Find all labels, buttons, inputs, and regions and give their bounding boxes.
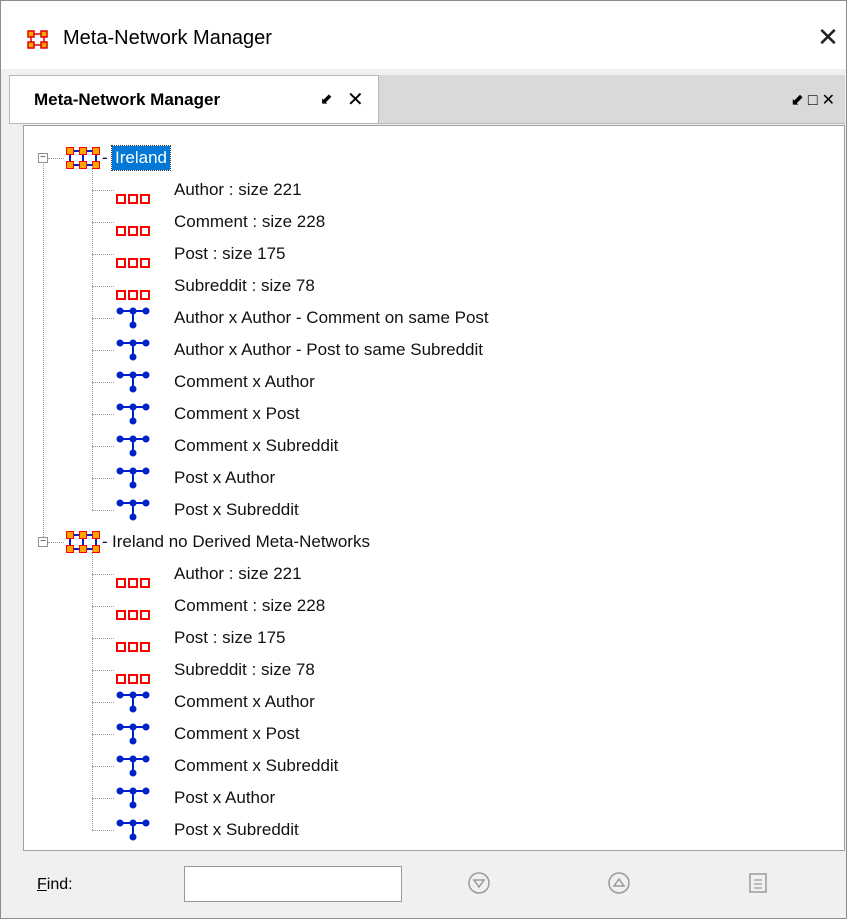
tree-root-label: Ireland no Derived Meta-Networks (112, 532, 370, 551)
tree-item-nodeset[interactable]: Author : size 221 (24, 558, 824, 590)
tab-label: Meta-Network Manager (34, 90, 221, 109)
window-title: Meta-Network Manager (63, 27, 272, 49)
tree-item-label: Comment x Author (174, 692, 315, 711)
tree-item-network[interactable]: Comment x Author (24, 686, 824, 718)
tree-root-label: Ireland (111, 145, 171, 171)
tree-item-label: Comment : size 228 (174, 596, 326, 615)
tree-connector (43, 164, 44, 537)
find-list-icon[interactable] (745, 870, 771, 896)
network-icon (116, 819, 150, 850)
tree-item-nodeset[interactable]: Comment : size 228 (24, 206, 824, 238)
find-bar: Find: (1, 852, 846, 918)
tree-item-label: Post x Author (174, 788, 276, 807)
tree-item-label: Author x Author - Post to same Subreddit (174, 340, 483, 359)
panel-close-button[interactable]: ✕ (822, 92, 839, 109)
meta-network-manager-window: Meta-Network Manager ✕ Meta-Network Mana… (0, 0, 847, 919)
meta-network-icon (27, 30, 48, 49)
tree-item-label: Comment x Author (174, 372, 315, 391)
tab-pin-icon[interactable]: ⬋ (320, 90, 333, 108)
tree-item-nodeset[interactable]: Post : size 175 (24, 238, 824, 270)
window-close-button[interactable]: ✕ (813, 19, 843, 55)
tree-item-label: Author : size 221 (174, 564, 302, 583)
panel-buttons: ⬋□✕ (791, 90, 839, 110)
tree-item-nodeset[interactable]: Subreddit : size 78 (24, 654, 824, 686)
meta-network-tree[interactable]: − - Ireland Author : size 221 Comment : size… (23, 125, 845, 851)
tree-item-network[interactable]: Comment x Post (24, 398, 824, 430)
tree-item-label: Comment x Subreddit (174, 756, 339, 775)
tree-item-label: Post x Subreddit (174, 820, 299, 839)
tree-item-network[interactable]: Comment x Author (24, 366, 824, 398)
tree-item-label: Subreddit : size 78 (174, 660, 315, 679)
tree-item-network[interactable]: Comment x Post (24, 718, 824, 750)
panel-pin-button[interactable]: ⬋ (791, 92, 808, 109)
tree-item-label: Author x Author - Comment on same Post (174, 308, 489, 327)
tree-item-label: Post : size 175 (174, 244, 286, 263)
tree-item-label: Post x Subreddit (174, 500, 299, 519)
tree-connector (92, 550, 93, 830)
tree-item-label: Comment x Post (174, 724, 300, 743)
find-input[interactable] (184, 866, 402, 902)
tree-item-network[interactable]: Author x Author - Comment on same Post (24, 302, 824, 334)
tree-item-network[interactable]: Author x Author - Post to same Subreddit (24, 334, 824, 366)
tree-item-network[interactable]: Comment x Subreddit (24, 750, 824, 782)
tree-item-network[interactable]: Post x Subreddit (24, 494, 824, 526)
tab-meta-network-manager[interactable]: Meta-Network Manager ⬋ ✕ (9, 75, 379, 123)
title-bar: Meta-Network Manager ✕ (1, 1, 846, 69)
tree-item-label: Post : size 175 (174, 628, 286, 647)
tree-item-nodeset[interactable]: Author : size 221 (24, 174, 824, 206)
tree-item-label: Subreddit : size 78 (174, 276, 315, 295)
tree-item-network[interactable]: Comment x Subreddit (24, 430, 824, 462)
tree-root-item[interactable]: - Ireland (24, 142, 824, 174)
tree-item-network[interactable]: Post x Subreddit (24, 814, 824, 846)
tree-root-dash: - (102, 532, 108, 551)
find-next-icon[interactable] (466, 870, 492, 896)
find-label: Find: (37, 876, 73, 893)
tree-item-label: Post x Author (174, 468, 276, 487)
find-previous-icon[interactable] (606, 870, 632, 896)
panel-maximize-button[interactable]: □ (808, 92, 822, 109)
tree-item-label: Comment x Post (174, 404, 300, 423)
tree-item-label: Comment x Subreddit (174, 436, 339, 455)
tree-item-label: Author : size 221 (174, 180, 302, 199)
tree-item-nodeset[interactable]: Subreddit : size 78 (24, 270, 824, 302)
tree-item-network[interactable]: Post x Author (24, 782, 824, 814)
tree-item-label: Comment : size 228 (174, 212, 326, 231)
tree-root-item[interactable]: - Ireland no Derived Meta-Networks (24, 526, 824, 558)
tree-connector (92, 166, 93, 510)
tab-strip: Meta-Network Manager ⬋ ✕ ⬋□✕ (9, 75, 845, 124)
tree-item-nodeset[interactable]: Comment : size 228 (24, 590, 824, 622)
tree-item-nodeset[interactable]: Post : size 175 (24, 622, 824, 654)
tree-item-network[interactable]: Post x Author (24, 462, 824, 494)
tree-root-dash: - (102, 148, 108, 167)
tab-close-button[interactable]: ✕ (347, 87, 364, 112)
